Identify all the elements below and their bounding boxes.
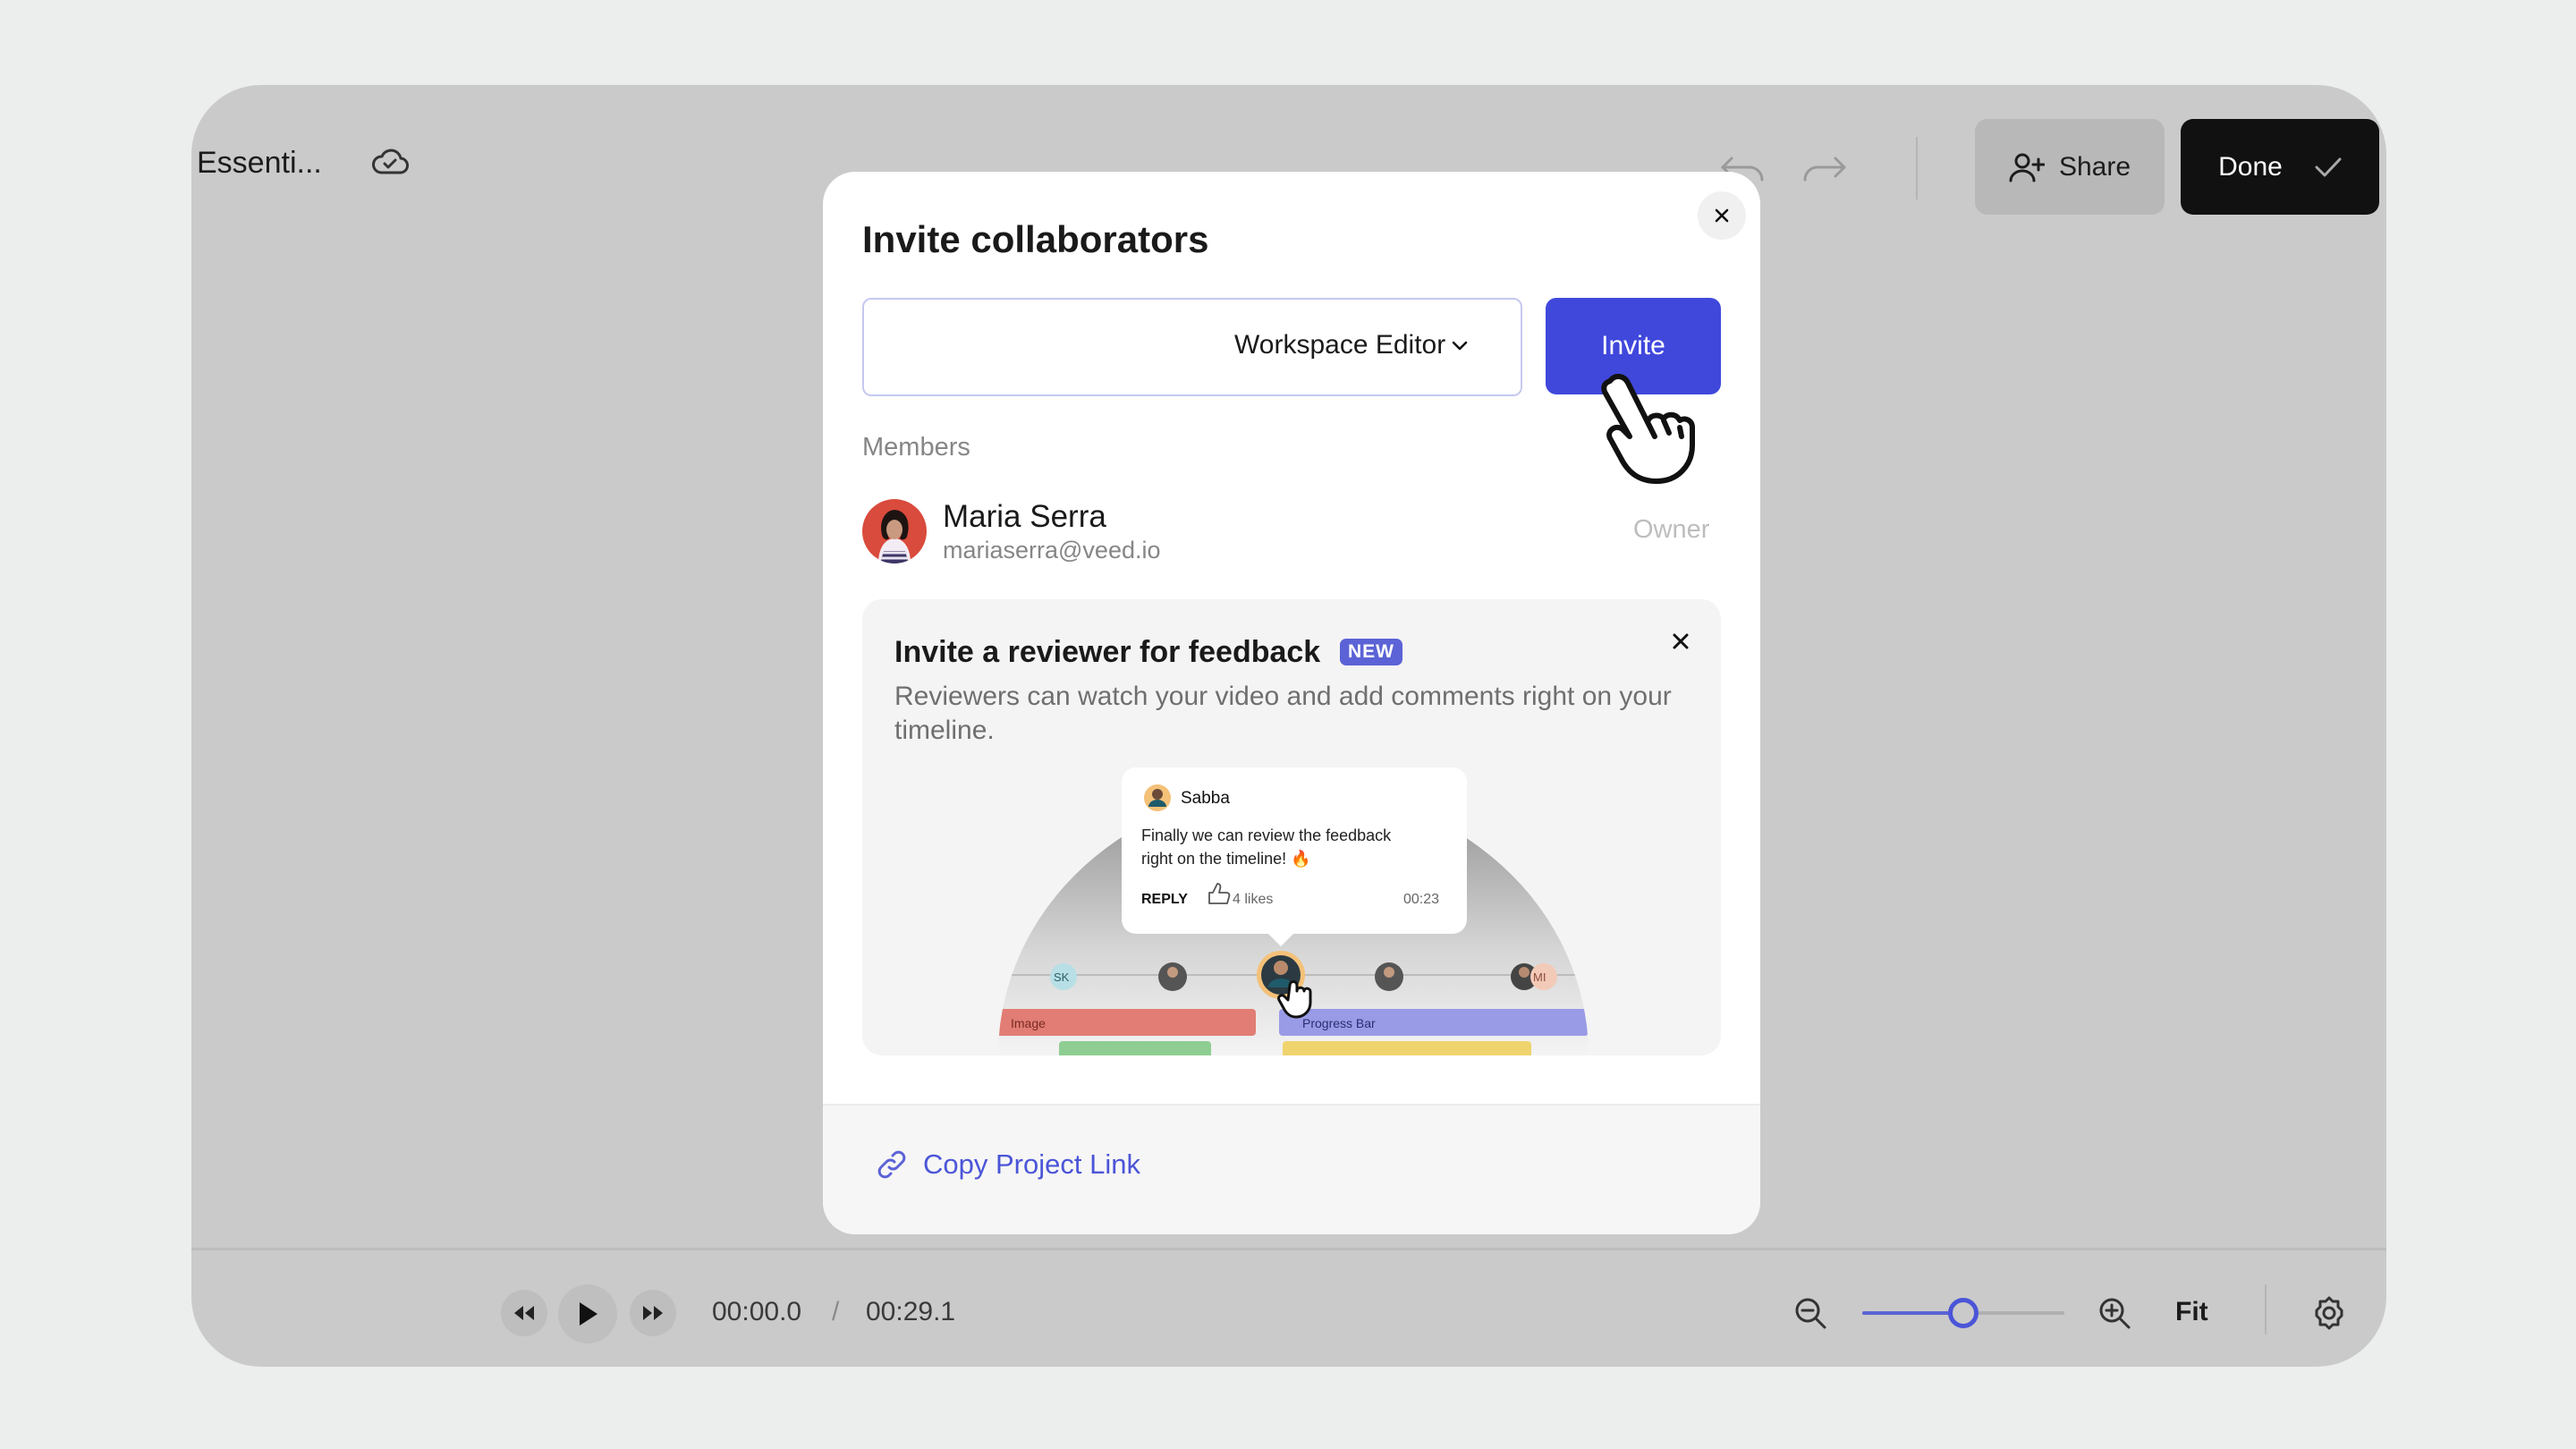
comment-reply-label: REPLY — [1141, 892, 1188, 907]
play-icon — [580, 1302, 597, 1326]
dialog-close-button[interactable] — [1698, 191, 1746, 240]
total-time: 00:29.1 — [866, 1297, 956, 1326]
dialog-footer: Copy Project Link — [823, 1106, 1760, 1234]
dialog-title: Invite collaborators — [862, 218, 1209, 260]
settings-gear-icon[interactable] — [2311, 1295, 2347, 1331]
project-title[interactable]: Essenti... — [197, 146, 322, 181]
done-label: Done — [2218, 151, 2283, 182]
invite-email-field: Workspace Editor — [862, 298, 1522, 396]
track-image-label: Image — [1011, 1016, 1046, 1030]
fit-button[interactable]: Fit — [2175, 1297, 2208, 1327]
promo-description: Reviewers can watch your video and add c… — [894, 682, 1672, 745]
bottombar-divider — [2265, 1284, 2267, 1335]
share-label: Share — [2058, 151, 2131, 182]
done-button[interactable]: Done — [2181, 119, 2379, 215]
reviewer-illustration: Image Progress Bar SK MI Sabba Finally w… — [998, 767, 1589, 1055]
chevron-down-icon — [1452, 341, 1468, 351]
role-select-value: Workspace Editor — [1234, 330, 1446, 360]
member-role: Owner — [1633, 515, 1710, 544]
hand-pointer-cursor-icon — [1601, 374, 1695, 484]
track-progress-label: Progress Bar — [1302, 1016, 1376, 1030]
play-button[interactable] — [558, 1284, 617, 1343]
toolbar-divider — [1916, 137, 1918, 199]
fast-forward-icon — [643, 1306, 663, 1320]
member-email: mariaserra@veed.io — [943, 537, 1161, 564]
reviewer-promo-card: Invite a reviewer for feedback NEW Revie… — [862, 599, 1721, 1055]
time-separator: / — [832, 1297, 840, 1326]
close-icon — [1715, 208, 1729, 223]
zoom-out-icon[interactable] — [1792, 1295, 1828, 1331]
copy-link-label: Copy Project Link — [923, 1148, 1140, 1180]
role-select[interactable]: Workspace Editor — [1234, 330, 1469, 360]
zoom-in-icon[interactable] — [2097, 1295, 2132, 1331]
comment-text-line-1: Finally we can review the feedback — [1141, 826, 1392, 844]
member-name: Maria Serra — [943, 499, 1106, 534]
comment-text-line-2: right on the timeline! 🔥 — [1141, 849, 1311, 868]
copy-project-link-button[interactable]: Copy Project Link — [877, 1148, 1140, 1181]
comment-timestamp: 00:23 — [1403, 892, 1439, 907]
invite-collaborators-dialog: Invite collaborators Workspace Editor In… — [823, 172, 1760, 1234]
add-user-icon — [2009, 153, 2045, 182]
promo-close-icon[interactable] — [1667, 628, 1694, 655]
members-heading: Members — [862, 433, 970, 462]
share-button[interactable]: Share — [1975, 119, 2165, 215]
link-icon — [877, 1150, 906, 1179]
avatar-mi-initials: MI — [1533, 970, 1546, 984]
avatar-sk-initials: SK — [1054, 970, 1070, 984]
zoom-slider-knob[interactable] — [1948, 1298, 1979, 1328]
promo-title: Invite a reviewer for feedback — [894, 635, 1321, 669]
zoom-slider[interactable] — [1862, 1298, 2064, 1328]
cloud-saved-icon — [372, 148, 409, 174]
redo-icon[interactable] — [1800, 151, 1850, 187]
playback-bar: 00:00.0 / 00:29.1 Fit — [191, 1248, 2386, 1367]
rewind-button[interactable] — [501, 1290, 547, 1336]
comment-author: Sabba — [1181, 789, 1230, 808]
email-input[interactable] — [877, 309, 1216, 386]
fast-forward-button[interactable] — [630, 1290, 676, 1336]
member-avatar-image — [862, 499, 927, 564]
comment-likes: 4 likes — [1233, 892, 1273, 907]
new-badge: NEW — [1340, 639, 1402, 665]
check-icon — [2315, 157, 2342, 176]
member-avatar — [862, 499, 927, 564]
rewind-icon — [514, 1306, 534, 1320]
current-time: 00:00.0 — [712, 1297, 802, 1326]
